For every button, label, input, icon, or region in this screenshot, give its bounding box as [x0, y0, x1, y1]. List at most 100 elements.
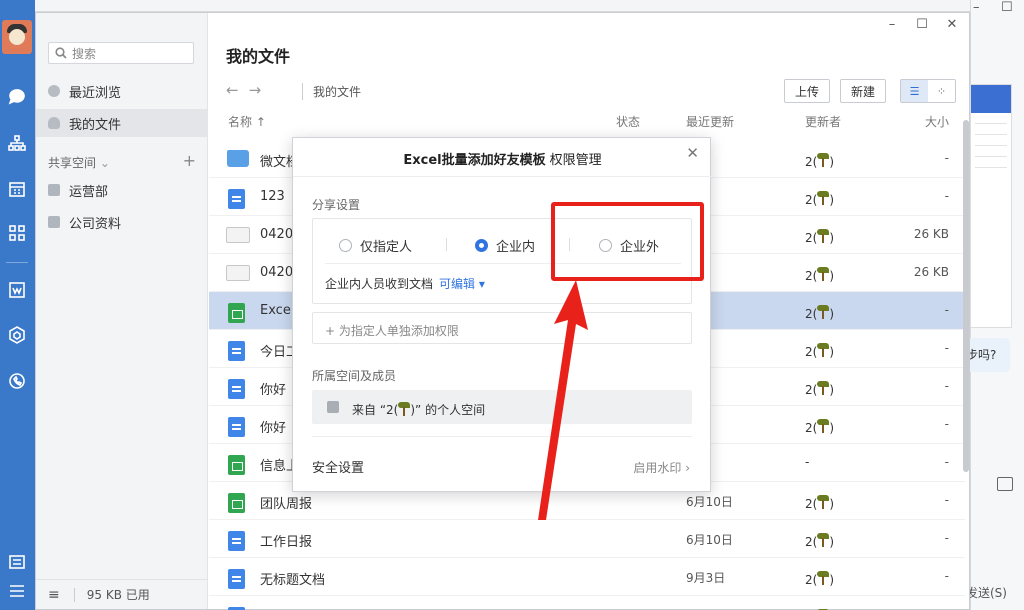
apps-grid-icon[interactable] [6, 222, 28, 244]
scrollbar[interactable] [963, 110, 969, 472]
maximize-icon[interactable]: ☐ [915, 17, 929, 32]
app-rail [0, 0, 35, 610]
nav-arrows[interactable]: ←→ [226, 81, 271, 99]
minimize-icon[interactable]: – [885, 17, 899, 32]
person-icon [48, 117, 60, 129]
search-input[interactable]: 搜索 [48, 42, 194, 64]
send-button[interactable]: 发送(S) [966, 584, 1007, 601]
file-size: - [944, 189, 949, 203]
sprout-icon [817, 343, 830, 358]
maximize-icon[interactable]: ☐ [1001, 0, 1013, 15]
sheet-file-icon [228, 303, 245, 323]
file-updater: 2() [805, 341, 834, 359]
minimize-icon[interactable]: – [973, 0, 980, 15]
members-label: 所属空间及成员 [312, 369, 397, 383]
background-window-strip [35, 0, 970, 12]
chat-icon[interactable] [6, 86, 28, 108]
doc-file-icon [228, 379, 245, 399]
updater-tail: ) [829, 193, 835, 207]
space-item-company[interactable]: 公司资料 [36, 208, 207, 236]
radio-checked-icon [475, 239, 488, 252]
col-status: 状态 [616, 115, 641, 129]
watermark-toggle[interactable]: 启用水印 › [633, 459, 690, 476]
cube-icon [48, 216, 60, 228]
sprout-icon [817, 191, 830, 206]
col-updated: 最近更新 [686, 115, 735, 129]
table-row[interactable]: 无标题文档9月3日2()- [209, 558, 965, 596]
avatar[interactable] [2, 20, 32, 54]
updater-name: 2( [805, 345, 818, 359]
sprout-icon [817, 571, 830, 586]
updater-tail: ) [829, 269, 835, 283]
menu-icon[interactable]: ≡ [48, 587, 60, 603]
updater-tail: ) [829, 231, 835, 245]
radio-icon [339, 239, 352, 252]
file-size: - [944, 379, 949, 393]
img-file-icon [226, 227, 250, 243]
file-size: - [944, 151, 949, 165]
new-button[interactable]: 新建 [840, 79, 887, 103]
updater-tail: ) [829, 573, 835, 587]
cube-icon[interactable] [6, 324, 28, 346]
col-name[interactable]: 名称 ↑ [228, 113, 266, 130]
upload-button[interactable]: 上传 [784, 79, 831, 103]
file-updater: 2() [805, 493, 834, 511]
nav-recent[interactable]: 最近浏览 [36, 77, 207, 105]
nav-my-files[interactable]: 我的文件 [36, 109, 207, 137]
file-updater: 2() [805, 569, 834, 587]
updater-name: 2( [805, 383, 818, 397]
breadcrumb[interactable]: 我的文件 [302, 83, 361, 100]
security-settings-label: 安全设置 [312, 461, 365, 476]
file-name: 你好 [260, 421, 287, 436]
annotation-highlight-box [551, 202, 704, 281]
grid-view-icon[interactable]: ⁘ [928, 80, 955, 102]
annotation-arrow-icon [538, 280, 588, 520]
permission-dialog: Excel批量添加好友模板 权限管理 ✕ 分享设置 仅指定人 企业内 企业外 企业… [292, 137, 712, 492]
file-updater: 2() [805, 379, 834, 397]
list-view-icon[interactable]: ☰ [901, 80, 928, 102]
space-item-ops[interactable]: 运营部 [36, 176, 207, 204]
calendar-icon[interactable] [6, 178, 28, 200]
clock-icon [48, 85, 60, 97]
comment-icon[interactable] [997, 477, 1013, 491]
file-name: 工作日报 [260, 535, 313, 550]
updater-name: - [805, 455, 810, 469]
menu-icon[interactable] [6, 580, 28, 602]
docs-icon[interactable] [6, 279, 28, 301]
phone-icon[interactable] [6, 370, 28, 392]
updater-name: 2( [805, 573, 818, 587]
close-icon[interactable]: ✕ [686, 144, 699, 162]
file-size: - [944, 531, 949, 545]
phone-preview [970, 84, 1012, 328]
file-updated: 6月10日 [686, 495, 733, 509]
sprout-icon [817, 153, 830, 168]
updater-tail: ) [829, 155, 835, 169]
permission-dropdown[interactable]: 可编辑 ▾ [439, 277, 485, 291]
sprout-icon [817, 419, 830, 434]
table-row[interactable]: 无标题文档9月3日2()- [209, 596, 965, 610]
tools-icon[interactable] [6, 551, 28, 573]
file-size: - [944, 493, 949, 507]
table-row[interactable]: 工作日报 6月10日 2() - [209, 520, 965, 558]
file-name: 无标题文档 [260, 573, 326, 588]
add-specific-permission[interactable]: + 为指定人单独添加权限 [312, 312, 692, 344]
file-size: 26 KB [913, 227, 949, 241]
shared-spaces-header[interactable]: 共享空间 ⌄ + [48, 151, 198, 171]
updater-name: 2( [805, 155, 818, 169]
radio-specified[interactable]: 仅指定人 [339, 236, 412, 255]
doc-file-icon [228, 531, 245, 551]
search-icon [55, 47, 67, 59]
radio-internal[interactable]: 企业内 [475, 236, 535, 255]
updater-name: 2( [805, 231, 818, 245]
close-icon[interactable]: ✕ [945, 17, 959, 32]
sprout-icon [817, 381, 830, 396]
file-name: 你好 [260, 383, 287, 398]
updater-tail: ) [829, 497, 835, 511]
table-header: 名称 ↑ 状态 最近更新 更新者 大小 [209, 110, 969, 132]
updater-name: 2( [805, 193, 818, 207]
add-space-icon[interactable]: + [183, 151, 196, 170]
org-chart-icon[interactable] [6, 132, 28, 154]
window-controls: – ☐ ✕ [885, 17, 959, 32]
doc-file-icon [228, 569, 245, 589]
permission-line: 企业内人员收到文档 可编辑 ▾ [325, 277, 485, 291]
